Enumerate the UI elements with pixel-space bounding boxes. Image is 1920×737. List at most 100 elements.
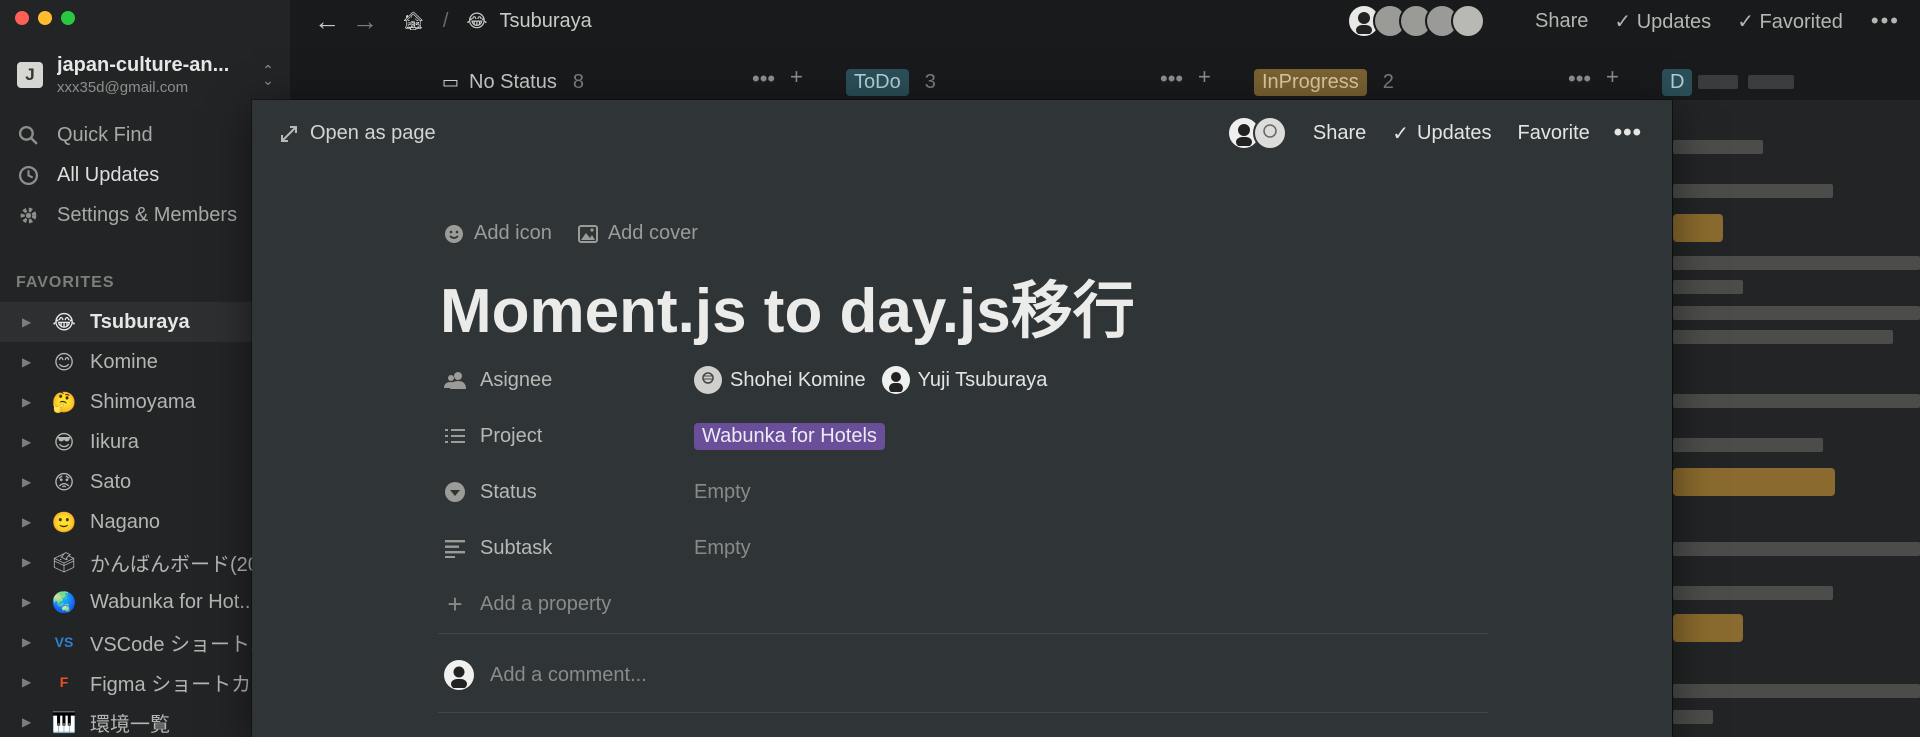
property-label: Project — [480, 424, 543, 447]
vscode-icon: VS — [54, 634, 74, 650]
property-key[interactable]: Project — [444, 425, 694, 448]
expand-triangle-icon[interactable]: ▶ — [22, 395, 52, 409]
property-key[interactable]: Asignee — [444, 369, 694, 392]
people-icon — [444, 372, 466, 389]
property-key[interactable]: Status — [444, 481, 694, 504]
add-icon-button[interactable]: Add icon — [444, 222, 552, 245]
avatar — [694, 366, 722, 394]
zoom-window-button[interactable] — [61, 11, 75, 25]
sidebar-item-all-updates[interactable]: All Updates — [18, 155, 290, 195]
property-key: + Add a property — [444, 589, 694, 620]
column-more-icon[interactable]: ••• — [752, 66, 775, 92]
smiley-icon — [445, 224, 463, 243]
favorited-button[interactable]: ✓ Favorited — [1737, 9, 1843, 34]
board-column-done: D — [1662, 64, 1795, 100]
property-key[interactable]: Subtask — [444, 537, 694, 560]
page-title[interactable]: Moment.js to day.js移行 — [440, 260, 1135, 350]
avatar — [444, 660, 474, 690]
workspace-email: xxx35d@gmail.com — [57, 79, 189, 96]
pixelated-text — [1673, 140, 1763, 154]
column-add-icon[interactable]: + — [1198, 64, 1211, 90]
collaborator-avatars[interactable] — [1226, 116, 1287, 150]
favorite-item[interactable]: ▶ VS VSCode ショート... — [0, 622, 290, 662]
favorite-item[interactable]: ▶ 🎹 環境一覧 — [0, 702, 290, 737]
favorite-item[interactable]: ▶ 😊 Komine — [0, 342, 290, 382]
close-window-button[interactable] — [15, 11, 29, 25]
more-menu-button[interactable]: ••• — [1871, 8, 1900, 34]
favorite-item[interactable]: ▶ 😎 Iikura — [0, 422, 290, 462]
pixelated-text — [1748, 75, 1795, 89]
sidebar: J japan-culture-an... xxx35d@gmail.com ⌃… — [0, 0, 290, 737]
comment-input[interactable]: Add a comment... — [444, 660, 647, 690]
breadcrumb[interactable]: 😂 Tsuburaya — [466, 10, 591, 33]
property-asignee: Asignee Shohei Komine Yuji Tsuburaya — [444, 352, 1504, 408]
column-count: 3 — [924, 70, 936, 93]
sidebar-item-quick-find[interactable]: Quick Find — [18, 115, 290, 155]
workspace-badge: J — [17, 62, 43, 88]
updates-label: Updates — [1636, 10, 1712, 33]
favorite-item[interactable]: ▶ F Figma ショートカ... — [0, 662, 290, 702]
property-value[interactable]: Empty — [694, 481, 751, 504]
column-label[interactable]: D — [1662, 68, 1693, 96]
sidebar-item-label: All Updates — [57, 163, 160, 186]
pixelated-text — [1698, 75, 1739, 89]
property-subtask: Subtask Empty — [444, 520, 1504, 576]
page-emoji-icon: 🌏 — [51, 591, 77, 614]
expand-triangle-icon[interactable]: ▶ — [22, 435, 52, 449]
column-label[interactable]: InProgress — [1254, 68, 1367, 96]
column-add-icon[interactable]: + — [1606, 64, 1619, 90]
column-label[interactable]: ToDo — [846, 68, 909, 96]
favorite-item[interactable]: ▶ 🗳 かんばんボード(20 — [0, 542, 290, 582]
favorite-item[interactable]: ▶ 🌏 Wabunka for Hot... — [0, 582, 290, 622]
more-menu-button[interactable]: ••• — [1614, 119, 1642, 147]
expand-triangle-icon[interactable]: ▶ — [22, 315, 52, 329]
share-button[interactable]: Share — [1313, 122, 1366, 145]
column-add-icon[interactable]: + — [790, 64, 803, 90]
minimize-window-button[interactable] — [38, 11, 52, 25]
property-value[interactable]: Shohei Komine Yuji Tsuburaya — [694, 366, 1047, 394]
assignee-chip[interactable]: Yuji Tsuburaya — [881, 366, 1047, 394]
expand-triangle-icon[interactable]: ▶ — [22, 595, 52, 609]
comment-placeholder: Add a comment... — [490, 663, 647, 686]
list-icon — [445, 429, 465, 443]
expand-triangle-icon[interactable]: ▶ — [22, 475, 52, 489]
forward-arrow-icon[interactable]: → — [352, 6, 378, 37]
page-emoji-icon: 🤔 — [51, 391, 77, 414]
home-icon[interactable]: 🏚 — [402, 11, 425, 32]
favorite-item[interactable]: ▶ 🙂 Nagano — [0, 502, 290, 542]
favorite-button[interactable]: Favorite — [1518, 122, 1590, 145]
favorite-item[interactable]: ▶ 😟 Sato — [0, 462, 290, 502]
column-more-icon[interactable]: ••• — [1568, 66, 1591, 92]
column-label[interactable]: No Status — [469, 71, 557, 94]
back-arrow-icon[interactable]: ← — [314, 6, 340, 37]
add-property-button[interactable]: + Add a property — [444, 576, 1504, 632]
workspace-switcher[interactable]: J japan-culture-an... xxx35d@gmail.com ⌃… — [17, 54, 276, 96]
expand-triangle-icon[interactable]: ▶ — [22, 555, 52, 569]
property-value[interactable]: Wabunka for Hotels — [694, 422, 885, 450]
image-icon — [577, 224, 598, 243]
open-as-page-button[interactable]: Open as page — [280, 122, 436, 145]
favorite-item[interactable]: ▶ 😂 Tsuburaya — [0, 302, 290, 342]
add-cover-button[interactable]: Add cover — [577, 222, 698, 245]
pixelated-text — [1673, 256, 1920, 270]
expand-triangle-icon[interactable]: ▶ — [22, 355, 52, 369]
column-more-icon[interactable]: ••• — [1160, 66, 1183, 92]
expand-triangle-icon[interactable]: ▶ — [22, 515, 52, 529]
page-emoji-icon: 😂 — [52, 311, 76, 334]
expand-triangle-icon[interactable]: ▶ — [22, 715, 52, 729]
property-value[interactable]: Empty — [694, 537, 751, 560]
expand-diagonal-icon — [281, 125, 297, 142]
updates-button[interactable]: ✓ Updates — [1614, 9, 1711, 34]
favorite-item[interactable]: ▶ 🤔 Shimoyama — [0, 382, 290, 422]
assignee-chip[interactable]: Shohei Komine — [694, 366, 866, 394]
share-button[interactable]: Share — [1535, 10, 1588, 33]
expand-triangle-icon[interactable]: ▶ — [22, 675, 52, 689]
sidebar-item-settings[interactable]: Settings & Members — [18, 195, 290, 235]
pixelated-text — [1673, 586, 1833, 600]
property-label: Asignee — [480, 368, 553, 391]
expand-triangle-icon[interactable]: ▶ — [22, 635, 52, 649]
favorite-label: Komine — [90, 350, 158, 373]
updates-button[interactable]: ✓ Updates — [1392, 121, 1491, 146]
pixelated-text — [1673, 280, 1743, 294]
collaborator-avatars[interactable] — [1346, 4, 1485, 38]
